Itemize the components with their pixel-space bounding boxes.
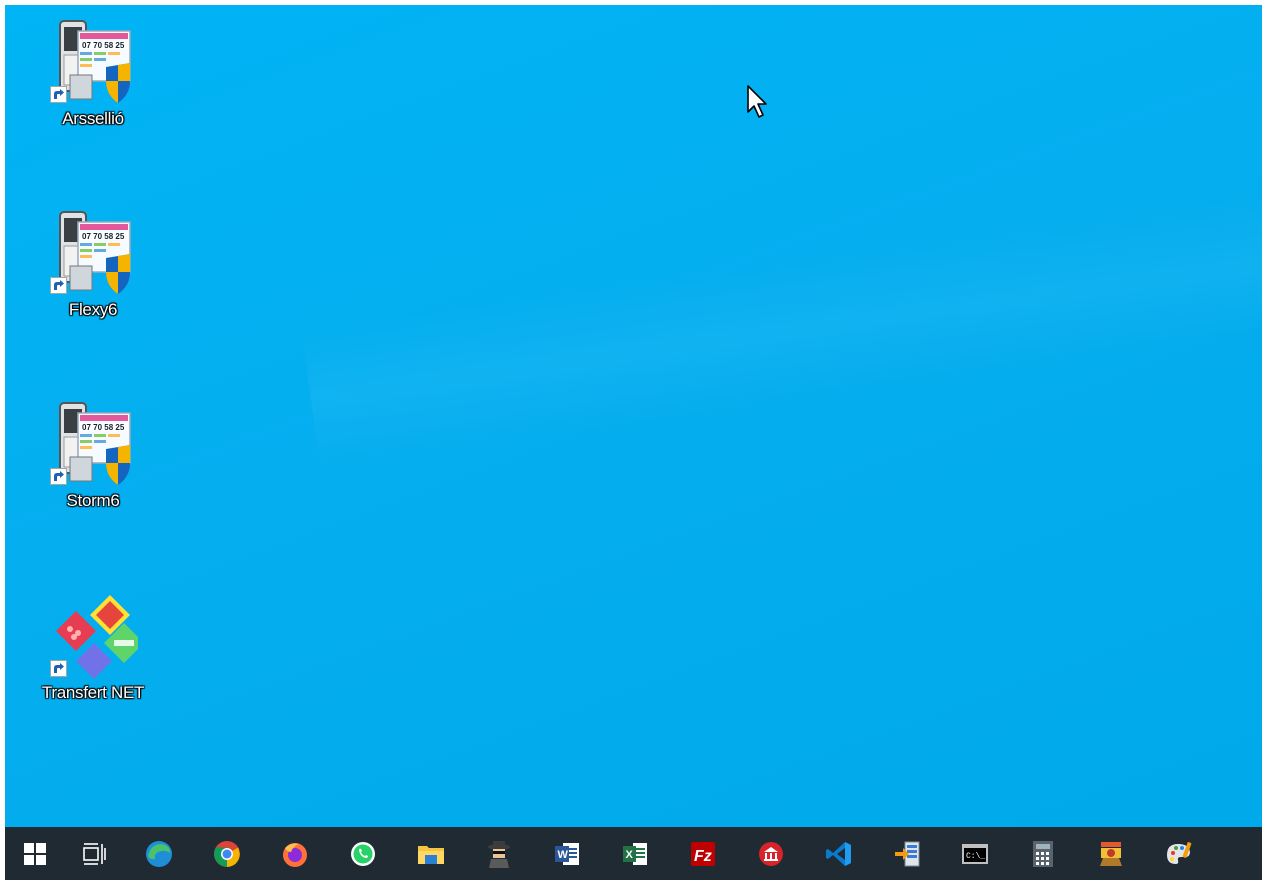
import-export-button[interactable] [873, 827, 941, 880]
file-explorer-button[interactable] [397, 827, 465, 880]
task-view-button[interactable] [65, 827, 125, 880]
paint-icon [1167, 841, 1192, 864]
whatsapp-button[interactable] [329, 827, 397, 880]
desktop-icon-label: Flexy6 [68, 300, 118, 319]
shortcut-arrow-icon [50, 660, 67, 677]
desktop-icon-storm6[interactable]: 07 70 58 25 Storm6 [38, 401, 148, 511]
command-prompt-icon: C:\_ [962, 843, 988, 864]
excel-icon: X [623, 842, 647, 865]
phone-terminal-shield-icon: 07 70 58 25 [48, 19, 138, 109]
taskbar: W X Fz C:\_ [5, 827, 1262, 880]
command-prompt-button[interactable]: C:\_ [941, 827, 1009, 880]
shortcut-arrow-icon [50, 277, 67, 294]
spy-agent-icon [488, 840, 510, 868]
bank-app-button[interactable] [737, 827, 805, 880]
svg-text:X: X [626, 849, 634, 861]
import-export-icon [895, 841, 920, 866]
excel-button[interactable]: X [601, 827, 669, 880]
shortcut-arrow-icon [50, 86, 67, 103]
chrome-button[interactable] [193, 827, 261, 880]
desktop-icon-transfert-net[interactable]: Transfert NET [38, 593, 148, 703]
svg-text:07 70 58 25: 07 70 58 25 [82, 41, 125, 50]
desktop-icon-label: Arssellió [62, 109, 124, 128]
task-view-icon [83, 842, 106, 865]
bank-icon [759, 841, 783, 866]
phone-terminal-shield-icon: 07 70 58 25 [48, 210, 138, 300]
shortcut-arrow-icon [50, 468, 67, 485]
filezilla-button[interactable]: Fz [669, 827, 737, 880]
calculator-icon [1033, 840, 1053, 867]
file-explorer-icon [418, 845, 444, 864]
desktop-icon-label: Transfert NET [41, 683, 145, 702]
paint-button[interactable] [1145, 827, 1213, 880]
svg-text:Fz: Fz [694, 848, 712, 865]
mouse-pointer-icon [746, 84, 770, 125]
desktop[interactable]: 07 70 58 25 Arssellió 07 70 58 25 Flexy6… [5, 5, 1262, 827]
svg-text:07 70 58 25: 07 70 58 25 [82, 232, 125, 241]
game-treasure-icon [1100, 841, 1122, 866]
desktop-icon-arssellio[interactable]: 07 70 58 25 Arssellió [38, 19, 148, 129]
word-icon: W [555, 842, 579, 865]
screen: 07 70 58 25 Arssellió 07 70 58 25 Flexy6… [0, 0, 1262, 880]
colored-diamonds-icon [48, 593, 144, 683]
vscode-button[interactable] [805, 827, 873, 880]
vscode-icon [826, 841, 851, 866]
phone-terminal-shield-icon: 07 70 58 25 [48, 401, 138, 491]
start-button[interactable] [5, 827, 65, 880]
edge-icon [146, 840, 172, 867]
svg-text:W: W [558, 849, 569, 861]
desktop-icon-flexy6[interactable]: 07 70 58 25 Flexy6 [38, 210, 148, 320]
svg-text:07 70 58 25: 07 70 58 25 [82, 423, 125, 432]
firefox-button[interactable] [261, 827, 329, 880]
windows-start-icon [24, 842, 46, 865]
spy-app-button[interactable] [465, 827, 533, 880]
filezilla-icon: Fz [691, 841, 715, 866]
firefox-icon [283, 842, 307, 867]
chrome-icon [214, 840, 240, 867]
svg-text:C:\_: C:\_ [966, 852, 985, 861]
word-button[interactable]: W [533, 827, 601, 880]
edge-button[interactable] [125, 827, 193, 880]
calculator-button[interactable] [1009, 827, 1077, 880]
wallpaper-light-band [301, 162, 1262, 468]
game-app-button[interactable] [1077, 827, 1145, 880]
whatsapp-icon [351, 841, 375, 866]
desktop-icon-label: Storm6 [66, 491, 120, 510]
